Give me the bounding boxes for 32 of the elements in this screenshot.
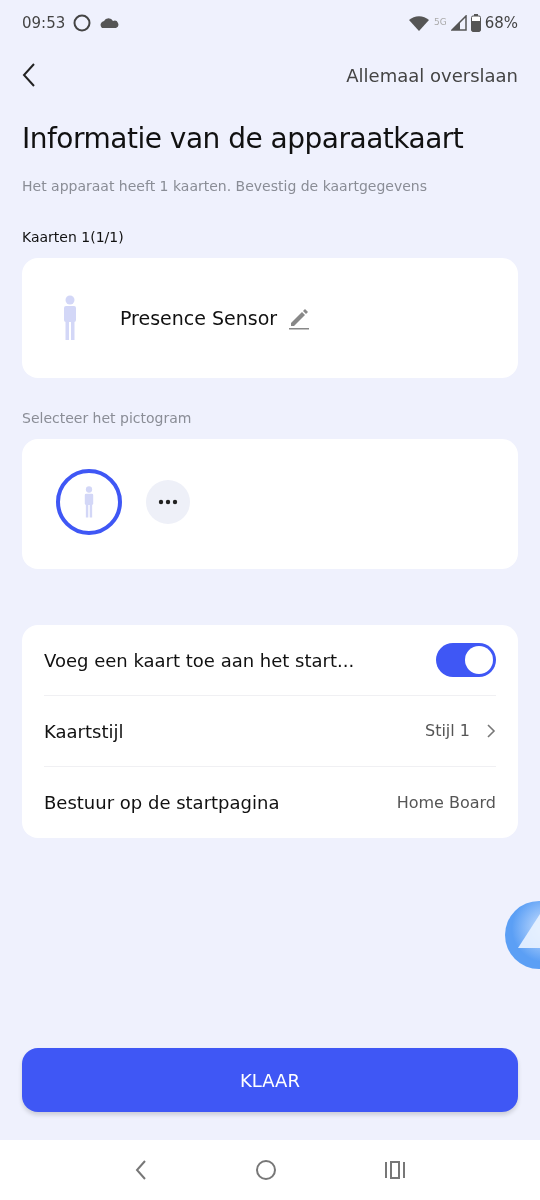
circle-icon — [73, 14, 92, 32]
status-time: 09:53 — [22, 12, 66, 34]
toggle-switch[interactable] — [436, 643, 496, 677]
back-icon — [22, 62, 36, 88]
more-icon — [158, 499, 178, 505]
signal-icon — [450, 15, 467, 31]
page-subtitle: Het apparaat heeft 1 kaarten. Bevestig de kaartgegevens — [22, 177, 428, 196]
floating-assistant-button[interactable] — [504, 900, 540, 970]
card-name: Presence Sensor — [120, 305, 278, 331]
done-button[interactable]: KLAAR — [22, 1048, 518, 1112]
person-icon — [82, 486, 96, 518]
back-button[interactable] — [22, 62, 36, 88]
icon-section-label: Selecteer het pictogram — [22, 409, 193, 428]
home-nav-icon[interactable] — [255, 1159, 277, 1181]
page-title: Informatie van de apparaatkaart — [22, 121, 465, 157]
cloud-icon — [99, 16, 120, 30]
setting-value: Stijl 1 — [424, 720, 470, 742]
network-label: 5G — [433, 15, 447, 29]
battery-icon — [470, 14, 481, 32]
chevron-right-icon[interactable] — [486, 723, 496, 739]
more-button[interactable] — [146, 480, 190, 524]
setting-label: Voeg een kaart toe aan het start... — [44, 648, 355, 673]
setting-label: Kaartstijl — [44, 719, 124, 744]
cards-label: Kaarten 1(1/1) — [22, 228, 125, 247]
recents-nav-icon[interactable] — [384, 1161, 407, 1179]
edit-icon[interactable] — [287, 306, 312, 330]
back-nav-icon[interactable] — [133, 1159, 148, 1181]
skip-all-link[interactable]: Allemaal overslaan — [346, 61, 518, 89]
setting-value: Home Board — [396, 791, 496, 814]
battery-level: 68% — [484, 12, 518, 34]
setting-label: Bestuur op de startpagina — [44, 791, 280, 815]
wifi-icon — [407, 15, 430, 31]
